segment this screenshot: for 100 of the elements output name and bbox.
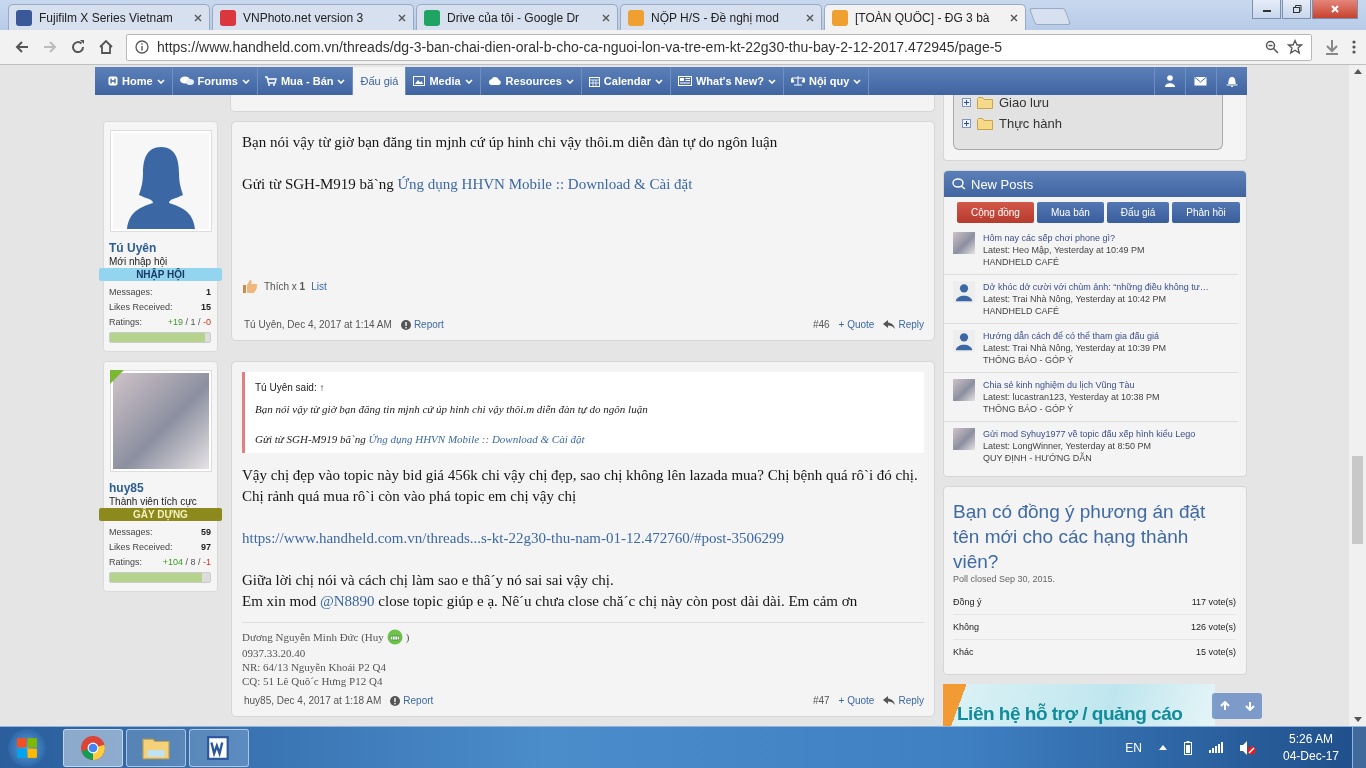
username-link[interactable]: Tú Uyên <box>109 241 217 255</box>
maximize-button[interactable] <box>1282 0 1311 19</box>
expand-icon[interactable] <box>962 119 971 128</box>
info-icon[interactable] <box>135 40 149 54</box>
clock-date[interactable]: 04-Dec-17 <box>1282 749 1339 763</box>
quote-text: Bạn nói vậy từ giờ bạn đăng tin mjnh cứ úp hinh chi vậy thôi.m diễn đàn tự do ngôn luận <box>255 403 649 415</box>
likes-list-link[interactable]: List <box>311 280 327 292</box>
zoom-icon[interactable] <box>1265 40 1279 54</box>
thread-link[interactable]: Dở khóc dở cười với chùm ảnh: “những điều không tư… <box>983 281 1209 293</box>
post-text: Gửi từ SGH-M919 bă`ng Ứng dụng HHVN Mobile :: Download & Cài đặt <box>242 175 694 194</box>
filter-tab[interactable]: Cộng đồng <box>957 202 1034 223</box>
browser-tab[interactable]: NỘP H/S - Đề nghị mod <box>620 4 822 30</box>
forum-name[interactable]: QUY ĐỊNH - HƯỚNG DẪN <box>983 452 1196 464</box>
home-icon[interactable] <box>98 39 114 55</box>
stat-label: Ratings: <box>109 317 143 327</box>
reply-arrow-icon <box>883 696 896 705</box>
report-link[interactable]: Report <box>400 319 444 330</box>
nav-tab[interactable]: Đấu giá <box>353 67 407 95</box>
close-button[interactable] <box>1312 0 1358 19</box>
close-icon[interactable] <box>398 13 406 22</box>
close-icon[interactable] <box>806 13 814 22</box>
scroll-down-arrow-icon[interactable] <box>1353 717 1362 722</box>
minimize-button[interactable] <box>1252 0 1281 19</box>
quote-attribution[interactable]: Tú Uyên said: ↑ <box>255 382 325 393</box>
scrollbar[interactable] <box>1349 65 1366 726</box>
thread-link[interactable]: Gửi mod Syhuy1977 về topic đấu xếp hình kiểu Lego <box>983 428 1196 440</box>
back-icon[interactable] <box>14 39 30 55</box>
user-title: Thành viên tích cực <box>109 496 198 507</box>
signal-icon[interactable] <box>1208 742 1223 753</box>
address-bar[interactable]: https://www.handheld.com.vn/threads/dg-3-ban-chai-dien-oral-b-cho-ca-nguoi-lon-va-tre-em-kt-22g30-thu-bay-2-12-2017.472945/page-5 <box>126 33 1312 61</box>
browser-tab[interactable]: VNPhoto.net version 3 <box>212 4 414 30</box>
browser-tab[interactable]: Drive của tôi - Google Dr <box>416 4 618 30</box>
post-text: Vậy chị đẹp vào topic này bid giá 456k chi vậy chị đẹp, sao chị không lên lazada mua? Chị bệnh quá rô`i đó chị. Chị rảnh quá mua rô`i còn vào phá topic em chị vậy chị <box>242 466 919 506</box>
filter-tab[interactable]: Phản hồi <box>1172 202 1240 223</box>
forum-name[interactable]: THÔNG BÁO - GÓP Ý <box>983 403 1160 415</box>
windows-logo-icon <box>16 736 38 759</box>
battery-icon[interactable] <box>1183 740 1192 755</box>
show-desktop-button[interactable] <box>1352 727 1366 768</box>
nav-tab[interactable]: Home <box>101 67 173 95</box>
link[interactable]: Ứng dụng HHVN Mobile :: Download & Cài đặt <box>397 176 693 192</box>
language-indicator[interactable]: EN <box>1125 740 1142 755</box>
download-icon[interactable] <box>1324 39 1340 55</box>
browser-tab[interactable]: Fujifilm X Series Vietnam <box>8 4 210 30</box>
scrollbar-thumb[interactable] <box>1352 455 1363 544</box>
latest-reply: Latest: LongWinner, Yesterday at 8:50 PM <box>983 440 1153 452</box>
bell-icon <box>1226 75 1238 87</box>
speaker-muted-icon[interactable] <box>1239 740 1256 755</box>
grin-emoji-icon <box>386 629 403 645</box>
signature-text: NR: 64/13 Nguyễn Khoái P2 Q4 <box>242 661 386 673</box>
forum-name[interactable]: HANDHELD CAFÉ <box>983 305 1209 317</box>
scales-icon <box>790 76 805 86</box>
post-byline[interactable]: huy85, Dec 4, 2017 at 1:18 AM <box>244 695 382 706</box>
reply-link[interactable]: Reply <box>883 695 924 706</box>
quote-link[interactable]: + Quote <box>838 695 875 706</box>
close-icon[interactable] <box>602 13 610 22</box>
quote-link[interactable]: + Quote <box>838 319 875 330</box>
reply-link[interactable]: Reply <box>883 319 924 330</box>
expand-icon[interactable] <box>962 98 971 107</box>
vote-count: 126 vote(s) <box>1190 622 1236 632</box>
thread-link[interactable]: Chia sẻ kinh nghiệm du lịch Vũng Tàu <box>983 379 1160 391</box>
link[interactable]: https://www.handheld.com.vn/threads...s-kt-22g30-thu-nam-01-12.472760/#post-3506299 <box>242 530 784 546</box>
cart-icon <box>264 76 277 86</box>
scroll-up-arrow-icon[interactable] <box>1353 69 1362 74</box>
taskbar-app-button[interactable] <box>63 728 123 767</box>
menu-icon[interactable] <box>1352 39 1356 55</box>
browser-logo-icon <box>80 734 106 761</box>
calendar-icon <box>588 75 600 87</box>
username-link[interactable]: huy85 <box>109 481 217 495</box>
forum-link[interactable]: Thực hành <box>999 116 1062 131</box>
filter-tab[interactable]: Mua bán <box>1036 202 1104 223</box>
stat-label: Likes Received: <box>109 302 173 312</box>
home-icon <box>108 76 118 86</box>
post-number[interactable]: #47 <box>812 695 830 706</box>
favicon-icon <box>832 9 848 26</box>
ad-banner[interactable]: Liên hệ hỗ trợ / quảng cáo <box>943 684 1215 726</box>
link[interactable]: @N8890 <box>319 593 375 609</box>
taskbar-app-button[interactable] <box>189 728 249 767</box>
forum-link[interactable]: Giao lưu <box>999 95 1049 110</box>
caret-icon[interactable] <box>1158 745 1167 750</box>
link[interactable]: Ứng dụng HHVN Mobile :: Download & Cài đặt <box>368 433 585 445</box>
thread-link[interactable]: Hôm nay các sếp chơi phone gì? <box>983 232 1145 244</box>
close-icon[interactable] <box>1010 13 1018 22</box>
thread-link[interactable]: Hướng dẫn cách để có thể tham gia đấu giá <box>983 330 1167 342</box>
taskbar-app-button[interactable] <box>126 728 186 767</box>
reload-icon[interactable] <box>70 39 86 55</box>
close-icon[interactable] <box>194 13 202 22</box>
clock-time[interactable]: 5:26 AM <box>1288 732 1333 746</box>
forum-name[interactable]: THÔNG BÁO - GÓP Ý <box>983 354 1167 366</box>
browser-tab[interactable]: [TOÀN QUỐC] - ĐG 3 bà <box>824 4 1026 30</box>
forum-name[interactable]: HANDHELD CAFÉ <box>983 256 1145 268</box>
report-link[interactable]: Report <box>390 695 434 706</box>
post-text: Giữa lời chị nói và cách chị làm sao e thâ´y nó sai sai vậy chị. <box>242 571 615 590</box>
start-button[interactable] <box>8 728 46 767</box>
star-icon[interactable] <box>1287 39 1303 55</box>
folder-icon <box>977 96 993 109</box>
quote-text: Gửi từ SGH-M919 bă`ng Ứng dụng HHVN Mobile :: Download & Cài đặt <box>255 433 586 445</box>
filter-tab[interactable]: Đấu giá <box>1106 202 1170 223</box>
post-byline[interactable]: Tú Uyên, Dec 4, 2017 at 1:14 AM <box>244 319 392 330</box>
post-number[interactable]: #46 <box>812 319 830 330</box>
warning-icon <box>400 319 411 330</box>
